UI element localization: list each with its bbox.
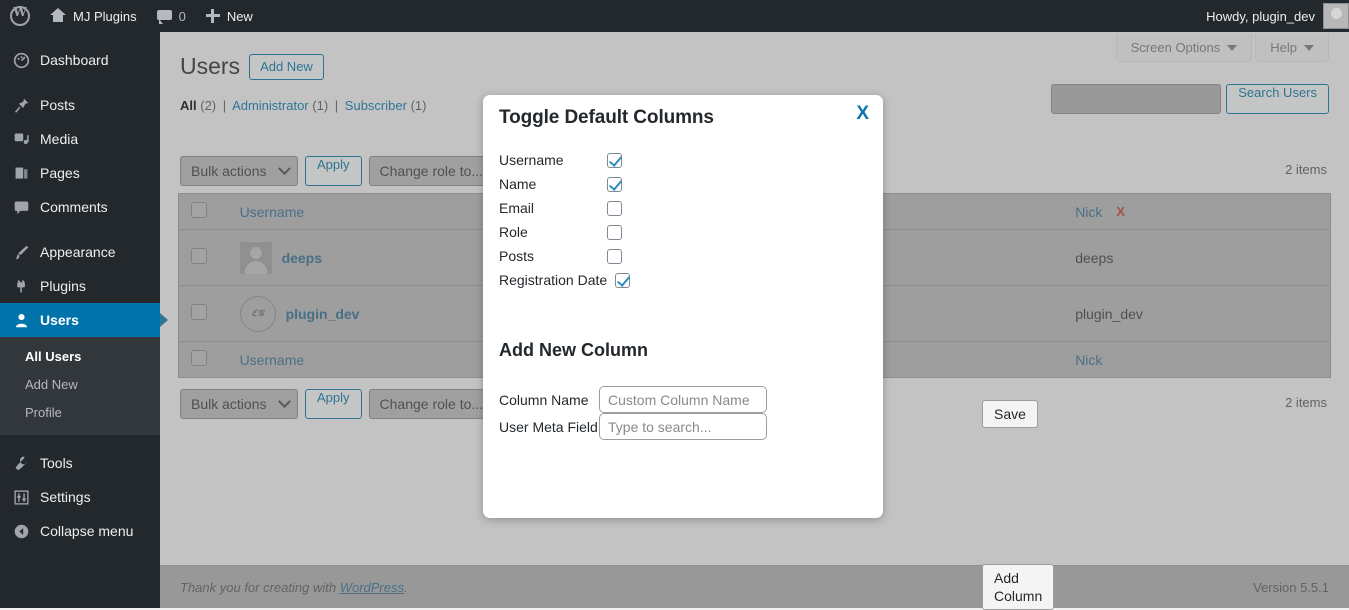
home-icon — [50, 9, 66, 23]
sidebar-item-tools[interactable]: Tools — [0, 446, 160, 480]
media-icon — [11, 129, 31, 149]
sidebar-item-settings[interactable]: Settings — [0, 480, 160, 514]
close-icon[interactable]: X — [856, 103, 869, 125]
admin-bar: MJ Plugins 0 New Howdy, plugin_dev — [0, 0, 1349, 32]
sidebar-item-posts[interactable]: Posts — [0, 88, 160, 122]
checkbox-posts[interactable] — [607, 249, 622, 264]
checkbox-label: Name — [499, 176, 597, 192]
sidebar-item-label: Dashboard — [40, 52, 109, 68]
submenu-item-add-new[interactable]: Add New — [0, 371, 160, 399]
sidebar-item-label: Collapse menu — [40, 523, 133, 539]
sidebar-item-media[interactable]: Media — [0, 122, 160, 156]
checkbox-row-email[interactable]: Email — [499, 196, 630, 220]
sidebar-item-label: Tools — [40, 455, 73, 471]
user-meta-field-label: User Meta Field — [499, 419, 591, 435]
toggle-default-columns-modal: Toggle Default Columns X Username Name E… — [483, 95, 883, 518]
checkbox-label: Registration Date — [499, 272, 607, 288]
new-label: New — [227, 9, 253, 24]
sidebar-item-label: Media — [40, 131, 78, 147]
wp-logo-menu[interactable] — [0, 0, 40, 32]
sidebar-item-dashboard[interactable]: Dashboard — [0, 43, 160, 77]
comments-menu[interactable]: 0 — [147, 0, 196, 32]
checkbox-row-posts[interactable]: Posts — [499, 244, 630, 268]
sidebar-item-plugins[interactable]: Plugins — [0, 269, 160, 303]
sidebar-item-label: Plugins — [40, 278, 86, 294]
sidebar-item-appearance[interactable]: Appearance — [0, 235, 160, 269]
plug-icon — [11, 276, 31, 296]
collapse-icon — [11, 521, 31, 541]
sidebar-item-label: Pages — [40, 165, 80, 181]
checkbox-label: Posts — [499, 248, 597, 264]
dashboard-icon — [11, 50, 31, 70]
users-submenu: All Users Add New Profile — [0, 337, 160, 435]
sidebar-item-label: Users — [40, 312, 79, 328]
wordpress-logo-icon — [10, 6, 30, 26]
submenu-item-all-users[interactable]: All Users — [0, 343, 160, 371]
comments-count: 0 — [179, 9, 186, 24]
comment-icon — [11, 197, 31, 217]
checkbox-username[interactable] — [607, 153, 622, 168]
avatar — [1323, 3, 1349, 29]
column-name-input[interactable] — [599, 386, 767, 413]
default-columns-checklist: Username Name Email Role Posts Registrat… — [499, 148, 630, 292]
column-name-label: Column Name — [499, 392, 591, 408]
wrench-icon — [11, 453, 31, 473]
checkbox-row-role[interactable]: Role — [499, 220, 630, 244]
checkbox-label: Username — [499, 152, 597, 168]
checkbox-email[interactable] — [607, 201, 622, 216]
brush-icon — [11, 242, 31, 262]
submenu-item-profile[interactable]: Profile — [0, 399, 160, 427]
checkbox-name[interactable] — [607, 177, 622, 192]
sidebar-item-label: Appearance — [40, 244, 116, 260]
pin-icon — [11, 95, 31, 115]
column-name-field-row: Column Name — [499, 386, 767, 413]
sidebar-item-label: Comments — [40, 199, 108, 215]
comment-bubble-icon — [157, 10, 172, 23]
sidebar-item-collapse-menu[interactable]: Collapse menu — [0, 514, 160, 548]
checkbox-row-name[interactable]: Name — [499, 172, 630, 196]
my-account-menu[interactable]: Howdy, plugin_dev — [1198, 0, 1349, 32]
new-content-menu[interactable]: New — [196, 0, 263, 32]
sidebar-item-label: Posts — [40, 97, 75, 113]
sidebar-item-pages[interactable]: Pages — [0, 156, 160, 190]
user-icon — [11, 310, 31, 330]
sidebar-item-label: Settings — [40, 489, 91, 505]
site-name-menu[interactable]: MJ Plugins — [40, 0, 147, 32]
checkbox-label: Email — [499, 200, 597, 216]
user-meta-field-input[interactable] — [599, 413, 767, 440]
sidebar-item-comments[interactable]: Comments — [0, 190, 160, 224]
pages-icon — [11, 163, 31, 183]
sidebar-item-users[interactable]: Users — [0, 303, 160, 337]
checkbox-role[interactable] — [607, 225, 622, 240]
site-name-label: MJ Plugins — [73, 9, 137, 24]
checkbox-registration-date[interactable] — [615, 273, 630, 288]
add-new-column-heading: Add New Column — [499, 340, 648, 361]
plus-icon — [206, 9, 220, 23]
user-meta-field-row: User Meta Field — [499, 413, 767, 440]
admin-sidebar: Dashboard Posts Media Pages Comments App… — [0, 32, 160, 608]
howdy-label: Howdy, plugin_dev — [1198, 9, 1323, 24]
checkbox-label: Role — [499, 224, 597, 240]
sliders-icon — [11, 487, 31, 507]
checkbox-row-username[interactable]: Username — [499, 148, 630, 172]
save-button[interactable]: Save — [982, 400, 1038, 428]
checkbox-row-registration-date[interactable]: Registration Date — [499, 268, 630, 292]
add-column-button[interactable]: Add Column — [982, 564, 1054, 610]
modal-title: Toggle Default Columns — [499, 107, 714, 129]
